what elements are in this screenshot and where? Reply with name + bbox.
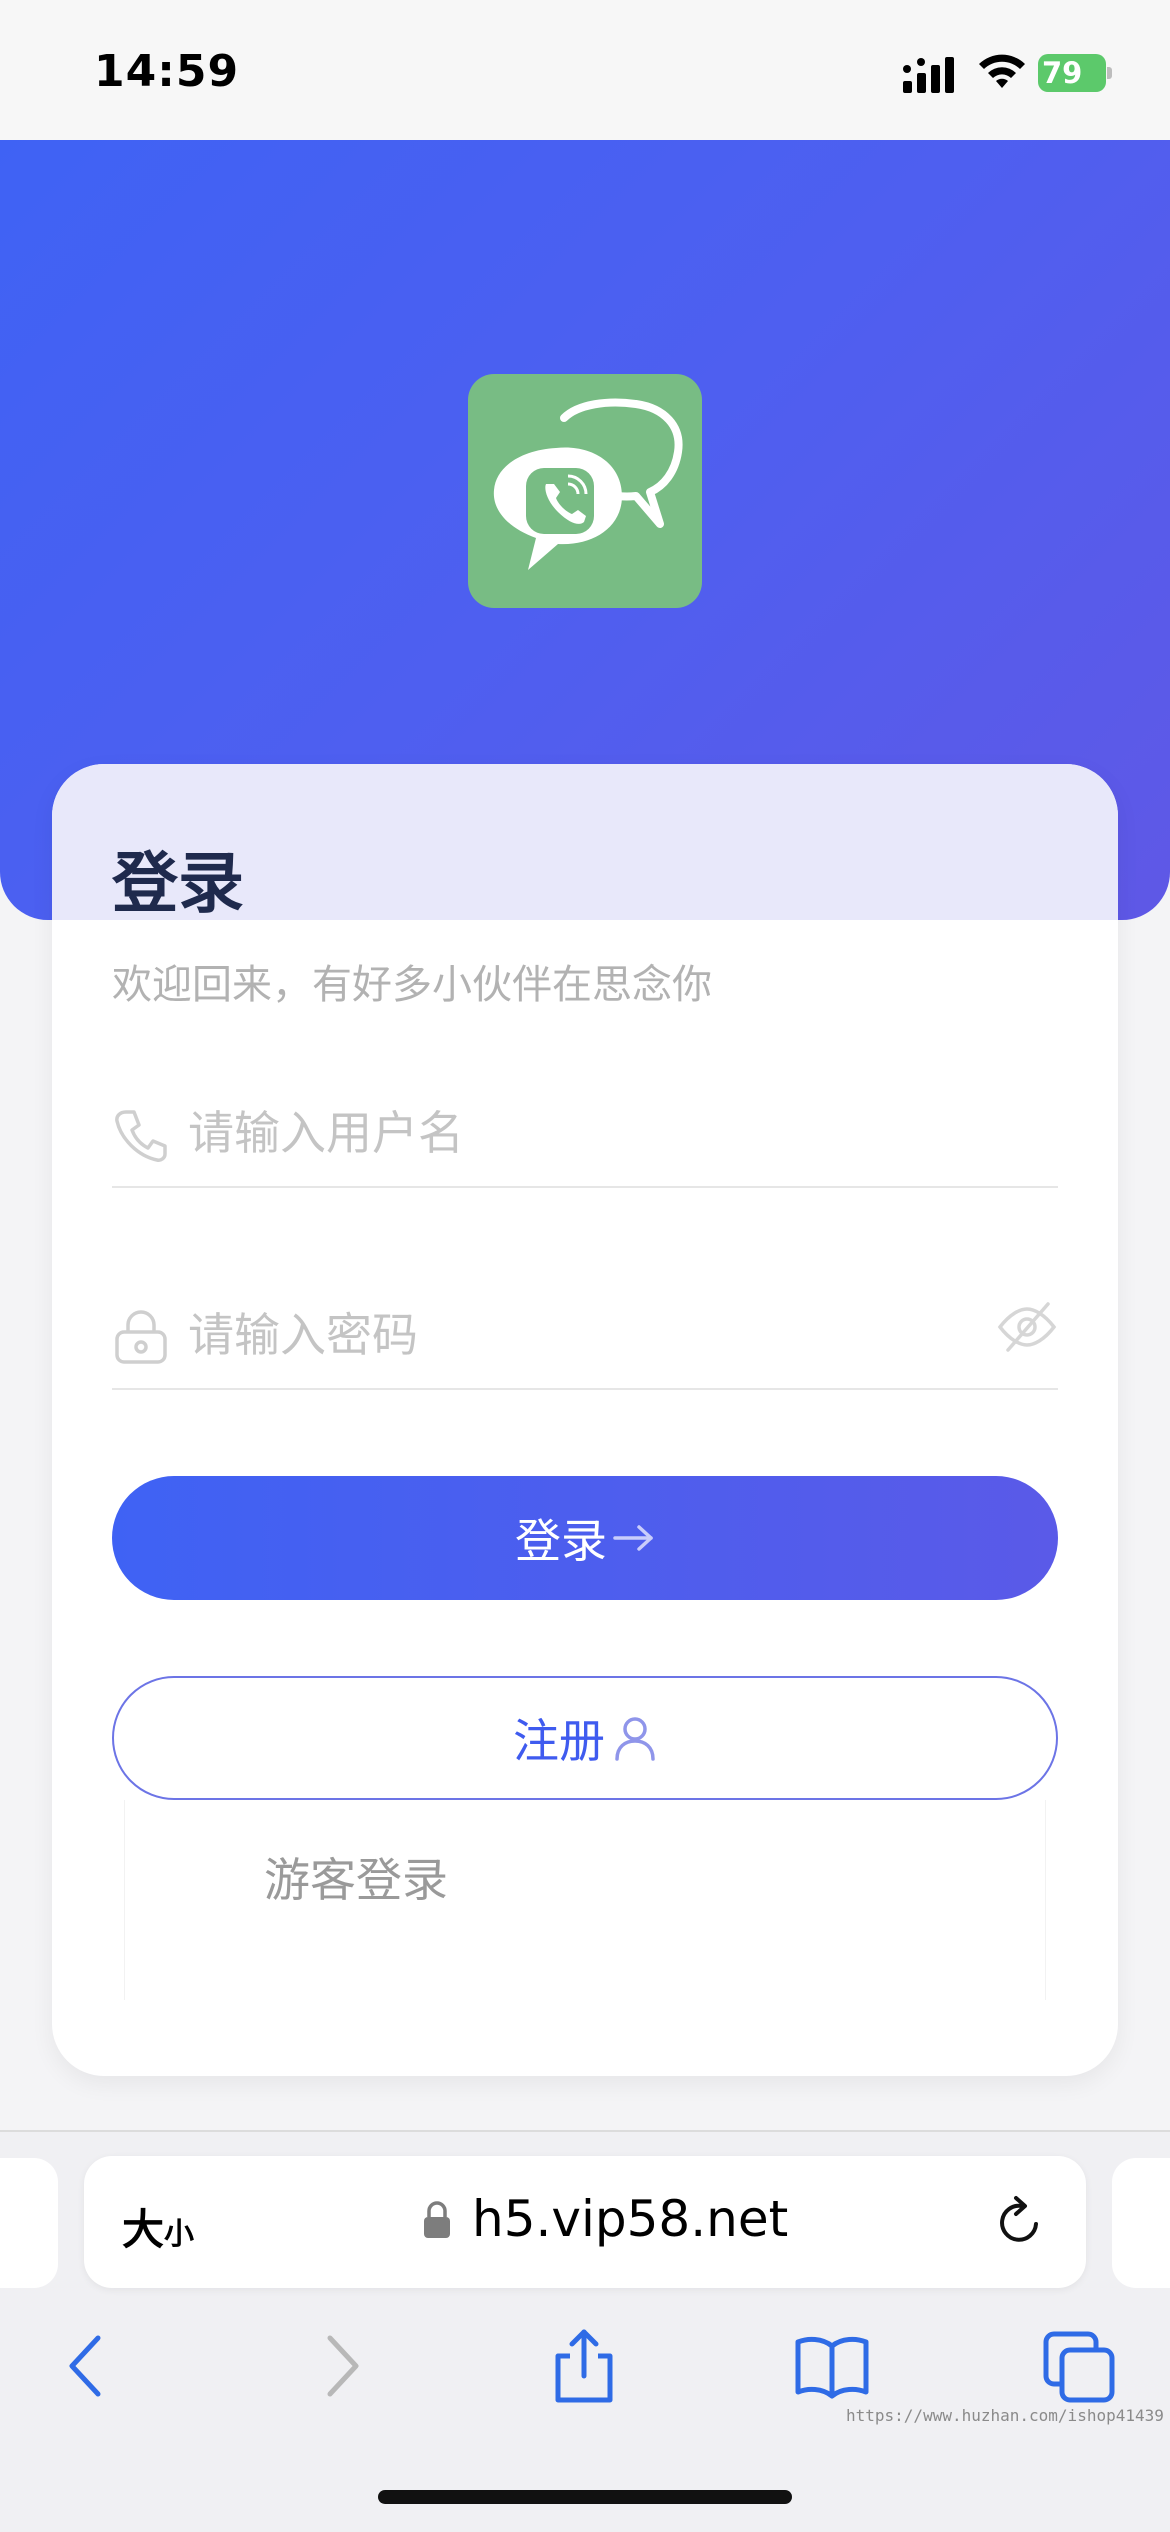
next-tab-peek[interactable] — [1112, 2158, 1170, 2288]
guest-login-link[interactable]: 游客登录 — [264, 1844, 448, 1910]
page-title: 登录 — [112, 845, 244, 922]
arrow-right-icon — [613, 1525, 653, 1551]
forward-icon[interactable] — [300, 2326, 380, 2406]
watermark: https://www.huzhan.com/ishop41439 — [846, 2406, 1164, 2425]
previous-tab-peek[interactable] — [0, 2158, 58, 2288]
register-button-label: 注册 — [513, 1715, 605, 1767]
back-icon[interactable] — [48, 2326, 128, 2406]
username-input[interactable] — [188, 1100, 948, 1166]
eye-off-icon[interactable] — [996, 1296, 1058, 1358]
battery-body: 79 — [1038, 54, 1106, 92]
chat-bubbles-phone-icon — [493, 398, 683, 570]
text-size-label-large: 大 — [122, 2205, 165, 2254]
person-icon — [615, 1717, 655, 1761]
battery-level: 79 — [1042, 56, 1083, 90]
reload-icon[interactable] — [992, 2194, 1048, 2250]
status-time: 14:59 — [94, 46, 240, 97]
password-input[interactable] — [188, 1302, 948, 1368]
tabs-icon[interactable] — [1040, 2326, 1120, 2406]
app-logo — [468, 374, 702, 608]
password-field — [112, 1280, 1058, 1390]
guest-area — [124, 1800, 1046, 2000]
battery-cap — [1107, 67, 1112, 79]
bookmarks-icon[interactable] — [792, 2326, 872, 2406]
address-bar[interactable]: 大小 h5.vip58.net — [84, 2156, 1086, 2288]
text-size-button[interactable]: 大小 — [122, 2196, 194, 2257]
text-size-label-small: 小 — [164, 2217, 195, 2252]
page: 14:59 79 登录 欢迎回来，有好多小伙伴在思念你 请输入用户名 登录 注册… — [0, 0, 1170, 2532]
battery-icon: 79 — [1038, 54, 1112, 92]
register-button[interactable]: 注册 — [112, 1676, 1058, 1800]
status-bar: 14:59 79 — [0, 0, 1170, 140]
url-text[interactable]: h5.vip58.net — [472, 2190, 788, 2248]
share-icon[interactable] — [544, 2326, 624, 2406]
secure-lock-icon — [424, 2201, 450, 2238]
home-indicator — [378, 2490, 792, 2504]
login-card: 登录 欢迎回来，有好多小伙伴在思念你 登录 — [52, 764, 1118, 2076]
cellular-signal-icon — [903, 57, 954, 93]
login-button-label: 登录 — [515, 1515, 607, 1567]
username-field — [112, 1078, 1058, 1188]
browser-toolbar — [0, 2310, 1170, 2420]
wifi-icon — [979, 54, 1025, 88]
login-subtitle: 欢迎回来，有好多小伙伴在思念你 — [112, 962, 712, 1008]
phone-icon — [115, 1110, 167, 1162]
login-button[interactable]: 登录 — [112, 1476, 1058, 1600]
lock-icon — [115, 1310, 167, 1364]
